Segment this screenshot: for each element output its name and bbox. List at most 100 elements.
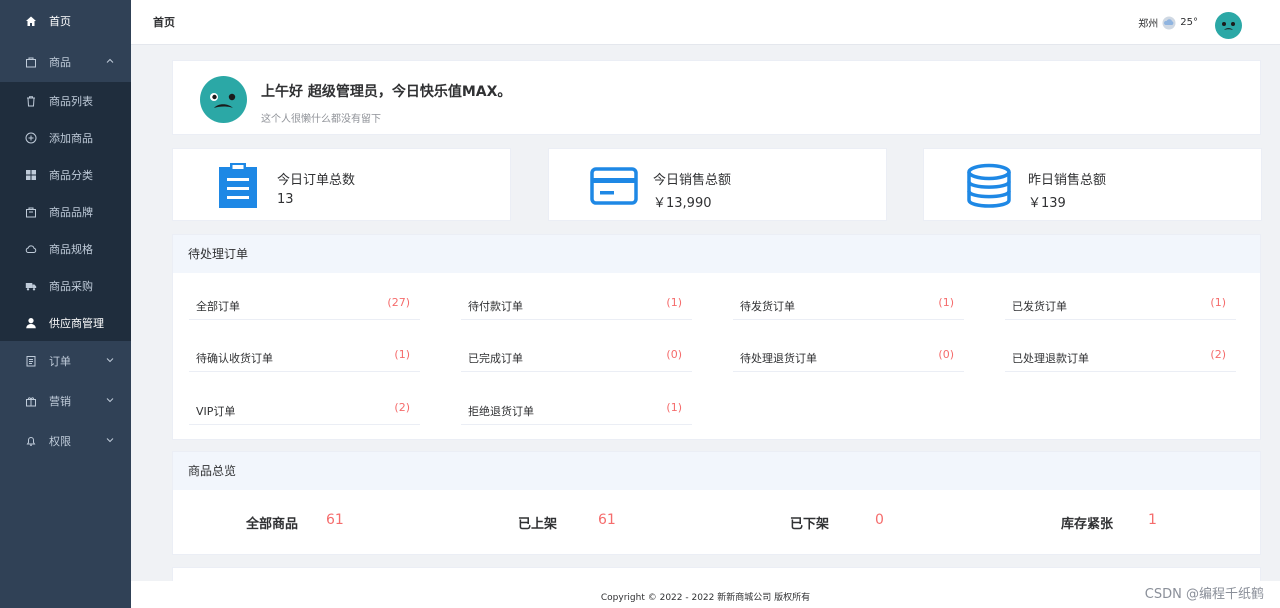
order-label: 待付款订单 [468,300,523,313]
sidebar-item-permissions[interactable]: 权限 [0,421,131,461]
stat-card-today-orders: 今日订单总数 13 [172,148,511,221]
home-icon [24,15,37,28]
order-item[interactable]: 已处理退款订单 (2) [1005,343,1236,372]
sidebar-item-label: 商品 [49,56,71,69]
card-icon [590,167,638,205]
order-label: 待处理退货订单 [740,352,817,365]
cloud-outline-icon [24,242,37,255]
pending-orders-panel: 待处理订单 全部订单 (27) 待付款订单 (1) 待发货订单 (1) 已发货订单 (1… [172,234,1261,440]
order-item[interactable]: 已发货订单 (1) [1005,291,1236,320]
order-item[interactable]: VIP订单 (2) [189,396,420,425]
sidebar-item-goods[interactable]: 商品 [0,42,131,82]
sidebar: 首页 商品 商品列表 添加商品 商品分类 商品品牌 商品规格 商品采购 供应商管… [0,0,131,608]
chevron-down-icon [106,438,114,443]
order-count: (1) [666,296,682,309]
stat-value: ￥139 [1028,196,1066,211]
sidebar-item-goods-purchase[interactable]: 商品采购 [0,267,131,304]
panel-title: 商品总览 [173,452,1260,490]
sidebar-item-goods-category[interactable]: 商品分类 [0,156,131,193]
clipboard-icon [219,163,257,208]
goods-label: 库存紧张 [1061,517,1114,532]
goods-value: 61 [326,512,344,528]
sidebar-item-label: 商品列表 [49,94,93,108]
stat-value: ￥13,990 [653,196,712,211]
order-item[interactable]: 待发货订单 (1) [733,291,964,320]
weather-temperature: 25° [1180,17,1198,28]
goods-label: 已下架 [790,517,830,532]
order-count: (1) [394,348,410,361]
order-count: (2) [1210,348,1226,361]
sidebar-item-goods-spec[interactable]: 商品规格 [0,230,131,267]
order-item[interactable]: 待付款订单 (1) [461,291,692,320]
gift-icon [24,395,37,408]
order-label: 已处理退款订单 [1012,352,1089,365]
bag-icon [24,56,37,69]
weather-city: 郑州 [1138,19,1159,30]
order-item[interactable]: 待处理退货订单 (0) [733,343,964,372]
welcome-card: 上午好 超级管理员，今日快乐值MAX。 这个人很懒什么都没有留下 [172,60,1261,135]
stat-card-today-sales: 今日销售总额 ￥13,990 [548,148,887,221]
welcome-avatar [200,76,247,123]
stat-label: 今日销售总额 [653,173,732,188]
order-count: (27) [387,296,410,309]
breadcrumb[interactable]: 首页 [153,14,175,30]
sidebar-item-label: 供应商管理 [49,316,104,330]
document-icon [24,355,37,368]
footer: Copyright © 2022 - 2022 新新商城公司 版权所有 [131,581,1280,608]
order-label: 拒绝退货订单 [468,405,534,418]
user-avatar[interactable] [1215,12,1242,39]
sidebar-item-goods-list[interactable]: 商品列表 [0,82,131,119]
cloud-icon [1162,16,1176,29]
welcome-greeting: 上午好 超级管理员，今日快乐值MAX。 [261,84,512,100]
order-label: 全部订单 [196,300,240,313]
sidebar-item-label: 订单 [49,355,71,368]
trash-icon [24,94,37,107]
order-count: (0) [938,348,954,361]
order-label: 已发货订单 [1012,300,1067,313]
sidebar-item-goods-brand[interactable]: 商品品牌 [0,193,131,230]
stat-label: 昨日销售总额 [1028,173,1107,188]
order-count: (1) [666,401,682,414]
panel-title: 待处理订单 [173,235,1260,273]
bell-icon [24,435,37,448]
sidebar-item-marketing[interactable]: 营销 [0,381,131,421]
sidebar-item-label: 营销 [49,395,71,408]
sidebar-item-label: 商品分类 [49,168,93,182]
sidebar-item-supplier[interactable]: 供应商管理 [0,304,131,341]
watermark: CSDN @编程千纸鹤 [1144,587,1264,602]
order-count: (1) [1210,296,1226,309]
sidebar-item-home[interactable]: 首页 [0,0,131,42]
database-icon [967,163,1011,208]
chevron-down-icon [106,398,114,403]
order-item[interactable]: 全部订单 (27) [189,291,420,320]
goods-value: 61 [598,512,616,528]
avatar-face-icon [1222,22,1235,30]
stat-label: 今日订单总数 [277,173,356,188]
sidebar-item-label: 添加商品 [49,131,93,145]
plus-circle-icon [24,131,37,144]
order-item[interactable]: 已完成订单 (0) [461,343,692,372]
chevron-up-icon [106,58,114,63]
sidebar-item-label: 商品采购 [49,279,93,293]
topbar: 首页 郑州 25° [131,0,1280,45]
order-label: VIP订单 [196,405,236,418]
sidebar-item-label: 首页 [49,15,71,28]
welcome-signature: 这个人很懒什么都没有留下 [261,114,381,125]
order-count: (2) [394,401,410,414]
grid-icon [24,168,37,181]
stat-card-yesterday-sales: 昨日销售总额 ￥139 [923,148,1262,221]
order-item[interactable]: 拒绝退货订单 (1) [461,396,692,425]
shopping-bag-icon [24,205,37,218]
order-count: (0) [666,348,682,361]
order-label: 已完成订单 [468,352,523,365]
sidebar-item-orders[interactable]: 订单 [0,341,131,381]
sidebar-item-add-goods[interactable]: 添加商品 [0,119,131,156]
order-item[interactable]: 待确认收货订单 (1) [189,343,420,372]
main-content: 上午好 超级管理员，今日快乐值MAX。 这个人很懒什么都没有留下 今日订单总数 … [131,46,1280,608]
goods-label: 全部商品 [246,517,299,532]
order-label: 待发货订单 [740,300,795,313]
goods-value: 1 [1148,512,1157,528]
user-icon [24,316,37,329]
chevron-down-icon [106,358,114,363]
stat-value: 13 [277,192,294,207]
